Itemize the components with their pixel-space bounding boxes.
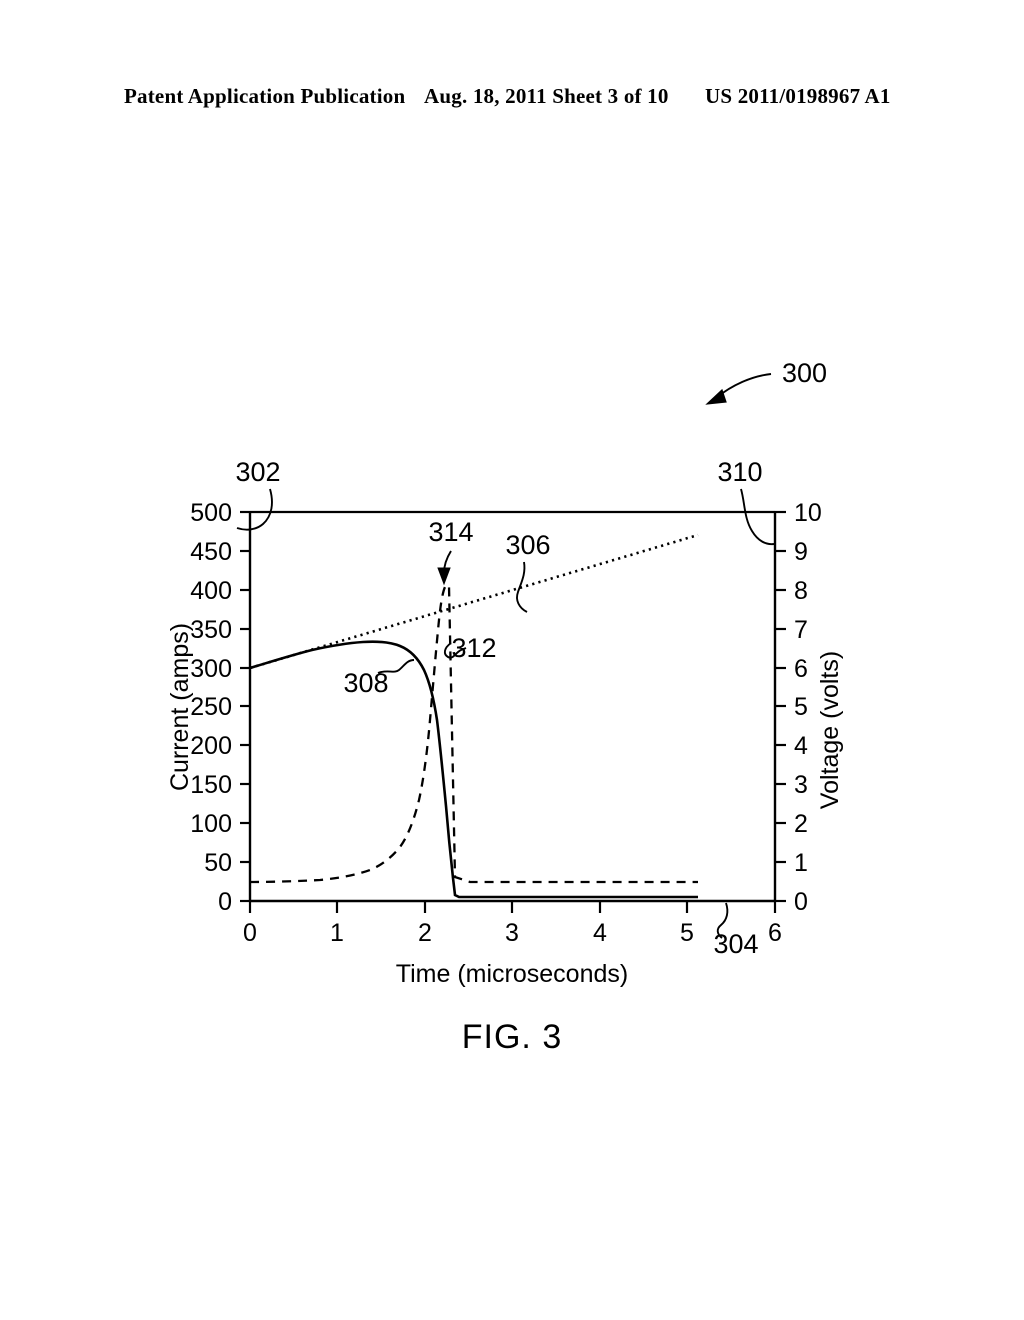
reference-callout-302: 302 bbox=[235, 457, 281, 531]
patent-figure-300: 300 500 450 400 350 300 250 200 150 100 … bbox=[0, 0, 1024, 1320]
xtick-label-3: 3 bbox=[505, 919, 519, 947]
right-axis-ticks: 10 9 8 7 6 5 4 3 2 1 0 bbox=[775, 499, 822, 916]
reference-label-308: 308 bbox=[343, 668, 388, 698]
figure-caption: FIG. 3 bbox=[461, 1018, 563, 1056]
plot-frame bbox=[248, 510, 777, 903]
xtick-label-2: 2 bbox=[418, 919, 432, 947]
y2tick-label-7: 7 bbox=[794, 616, 808, 644]
y2tick-label-5: 5 bbox=[794, 693, 808, 721]
reference-callout-304: 304 bbox=[713, 902, 759, 959]
y2tick-label-8: 8 bbox=[794, 577, 808, 605]
ytick-label-200: 200 bbox=[190, 732, 232, 760]
y-axis-title: Current (amps) bbox=[166, 623, 194, 791]
reference-label-314: 314 bbox=[428, 517, 473, 547]
ytick-label-500: 500 bbox=[190, 499, 232, 527]
reference-callout-306: 306 bbox=[505, 530, 551, 613]
reference-callout-314: 314 bbox=[428, 517, 474, 586]
y2tick-label-9: 9 bbox=[794, 538, 808, 566]
ytick-label-450: 450 bbox=[190, 538, 232, 566]
series-dashed-312 bbox=[249, 583, 698, 884]
reference-callout-300: 300 bbox=[705, 358, 827, 405]
y2tick-label-1: 1 bbox=[794, 849, 808, 877]
xtick-label-4: 4 bbox=[593, 919, 607, 947]
reference-label-312: 312 bbox=[451, 633, 496, 663]
ytick-label-0: 0 bbox=[218, 888, 232, 916]
reference-label-310: 310 bbox=[717, 457, 762, 487]
y2tick-label-6: 6 bbox=[794, 655, 808, 683]
ytick-label-100: 100 bbox=[190, 810, 232, 838]
xtick-label-1: 1 bbox=[330, 919, 344, 947]
y2tick-label-2: 2 bbox=[794, 810, 808, 838]
y2tick-label-10: 10 bbox=[794, 499, 822, 527]
y2-axis-title: Voltage (volts) bbox=[816, 651, 844, 809]
ytick-label-250: 250 bbox=[190, 693, 232, 721]
y2tick-label-4: 4 bbox=[794, 732, 808, 760]
reference-label-300: 300 bbox=[782, 358, 827, 388]
ytick-label-300: 300 bbox=[190, 655, 232, 683]
series-current-308 bbox=[249, 640, 698, 899]
reference-label-306: 306 bbox=[505, 530, 550, 560]
left-axis-ticks: 500 450 400 350 300 250 200 150 100 50 0 bbox=[190, 499, 250, 916]
xtick-label-0: 0 bbox=[243, 919, 257, 947]
xtick-label-6: 6 bbox=[768, 919, 782, 947]
xtick-label-5: 5 bbox=[680, 919, 694, 947]
ytick-label-150: 150 bbox=[190, 771, 232, 799]
y2tick-label-0: 0 bbox=[794, 888, 808, 916]
reference-callout-310: 310 bbox=[717, 457, 775, 546]
reference-label-304: 304 bbox=[713, 929, 758, 959]
ytick-label-50: 50 bbox=[204, 849, 232, 877]
ytick-label-400: 400 bbox=[190, 577, 232, 605]
y2tick-label-3: 3 bbox=[794, 771, 808, 799]
x-axis-title: Time (microseconds) bbox=[396, 960, 628, 988]
reference-label-302: 302 bbox=[235, 457, 280, 487]
ytick-label-350: 350 bbox=[190, 616, 232, 644]
x-axis-ticks: 0 1 2 3 4 5 6 bbox=[243, 901, 782, 947]
